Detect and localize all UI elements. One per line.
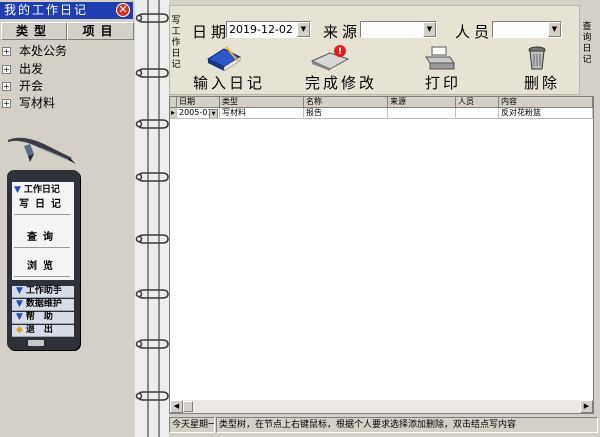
cell-person[interactable] — [456, 108, 499, 119]
section-data[interactable]: ▼ 数据维护 — [12, 299, 74, 311]
tree-node-label: 本处公务 — [19, 44, 68, 58]
grid-header-cell[interactable]: 日期 — [177, 97, 220, 108]
divider — [14, 276, 70, 277]
query-button[interactable]: 查询 — [12, 231, 74, 245]
input-diary-button[interactable]: 输入日记 — [193, 72, 265, 93]
complete-edit-button[interactable]: 完成修改 — [305, 72, 377, 93]
person-select[interactable]: ▼ — [492, 21, 562, 38]
scroll-left-icon[interactable]: ◀ — [170, 400, 183, 413]
section-label: 数据维护 — [25, 299, 62, 309]
notebook-icon[interactable] — [206, 45, 242, 71]
date-value: 2019-12-02 — [229, 23, 293, 36]
binder-hole — [135, 392, 143, 400]
status-day: 今天星期一 — [169, 417, 215, 433]
horizontal-scrollbar[interactable] — [170, 400, 593, 413]
section-label: 工作日记 — [23, 185, 60, 195]
triangle-down-icon: ▼ — [16, 312, 23, 322]
binder-ring — [137, 68, 169, 78]
key-icon: ◆ — [16, 325, 23, 335]
section-helper[interactable]: ▼ 工作助手 — [12, 286, 74, 298]
binder-hole — [135, 235, 143, 243]
grid-header-cell[interactable]: 内容 — [499, 97, 593, 108]
browse-button[interactable]: 浏览 — [12, 260, 74, 274]
cell-type[interactable]: 写材料 — [220, 108, 304, 119]
close-icon[interactable]: ✕ — [116, 3, 130, 17]
expand-icon[interactable]: + — [2, 99, 11, 108]
chevron-down-icon[interactable]: ▼ — [548, 22, 561, 37]
grid-header-cell[interactable]: 人员 — [456, 97, 499, 108]
expand-icon[interactable]: + — [2, 82, 11, 91]
printer-icon[interactable] — [424, 45, 456, 71]
binder-ring — [137, 172, 169, 182]
print-button[interactable]: 打印 — [425, 72, 461, 93]
tree-node-official[interactable]: + 本处公务 — [2, 43, 67, 59]
edit-complete-icon[interactable]: ! — [310, 45, 352, 71]
grid-header-cell[interactable]: 类型 — [220, 97, 304, 108]
diary-grid — [169, 96, 594, 414]
binder-ring — [137, 234, 169, 244]
chevron-down-icon[interactable]: ▼ — [423, 22, 436, 37]
device-button — [28, 340, 44, 346]
tree-node-label: 写材料 — [19, 96, 56, 110]
tab-query-diary[interactable]: 查询日记 — [581, 22, 593, 66]
source-label: 来源 — [323, 23, 362, 41]
triangle-down-icon: ▼ — [16, 299, 23, 309]
cell-date-value: 2005-01 — [179, 108, 213, 117]
date-label: 日期 — [192, 23, 231, 41]
binder-rings — [135, 13, 169, 401]
section-label: 工作助手 — [25, 286, 62, 296]
triangle-down-icon: ▼ — [14, 185, 21, 195]
binder-hole — [135, 290, 143, 298]
binder-hole — [135, 14, 143, 22]
section-help[interactable]: ▼ 帮 助 — [12, 312, 74, 324]
tree-node-label: 出发 — [19, 62, 44, 76]
tree-node-departure[interactable]: + 出发 — [2, 61, 43, 77]
binder-ring — [137, 339, 169, 349]
row-pointer-icon: ▸ — [170, 108, 177, 119]
grid-header-cell[interactable]: 名称 — [304, 97, 388, 108]
binder-hole — [135, 340, 143, 348]
binder-hole — [135, 120, 143, 128]
cell-content[interactable]: 反对花粉篮 — [499, 108, 593, 119]
panel-title: 我的工作日记 — [0, 2, 133, 19]
chevron-down-icon[interactable]: ▼ — [297, 22, 310, 37]
triangle-down-icon: ▼ — [16, 286, 23, 296]
trash-icon[interactable] — [526, 45, 548, 71]
binder-ring — [137, 391, 169, 401]
divider — [14, 247, 70, 248]
status-hint: 类型树，在节点上右键鼠标，根据个人要求选择添加删除，双击结点写内容 — [216, 417, 598, 433]
binder-ring — [137, 13, 169, 23]
column-header-type[interactable]: 类型 — [1, 22, 67, 40]
binder-hole — [135, 173, 143, 181]
scrollbar-thumb[interactable] — [183, 401, 193, 412]
exit-label: 退 出 — [25, 325, 53, 335]
expand-icon[interactable]: + — [2, 65, 11, 74]
tree-node-writing[interactable]: + 写材料 — [2, 95, 55, 111]
svg-text:!: ! — [338, 47, 342, 57]
tree-node-label: 开会 — [19, 79, 44, 93]
section-label: 帮 助 — [25, 312, 53, 322]
chevron-down-icon[interactable]: ▼ — [209, 109, 218, 118]
scroll-right-icon[interactable]: ▶ — [580, 400, 593, 413]
person-label: 人员 — [455, 23, 494, 41]
column-header-item[interactable]: 项目 — [67, 22, 134, 40]
section-diary[interactable]: ▼ 工作日记 — [14, 184, 60, 196]
tab-write-diary[interactable]: 写工作日记 — [170, 16, 182, 71]
binder-ring — [137, 119, 169, 129]
row-selector-header — [170, 97, 177, 108]
binder-hole — [135, 69, 143, 77]
write-diary-button[interactable]: 写日记 — [12, 198, 74, 212]
expand-icon[interactable]: + — [2, 47, 11, 56]
exit-button[interactable]: ◆ 退 出 — [12, 325, 74, 337]
date-picker[interactable]: 2019-12-02 ▼ — [226, 21, 311, 38]
delete-button[interactable]: 删除 — [524, 72, 560, 93]
divider — [14, 214, 70, 215]
source-select[interactable]: ▼ — [360, 21, 437, 38]
grid-header-cell[interactable]: 来源 — [388, 97, 456, 108]
tree-node-meeting[interactable]: + 开会 — [2, 78, 43, 94]
cell-source[interactable] — [388, 108, 456, 119]
cell-name[interactable]: 报告 — [304, 108, 388, 119]
cell-date[interactable]: 2005-01 ▼ — [177, 108, 220, 119]
binder-ring — [137, 289, 169, 299]
